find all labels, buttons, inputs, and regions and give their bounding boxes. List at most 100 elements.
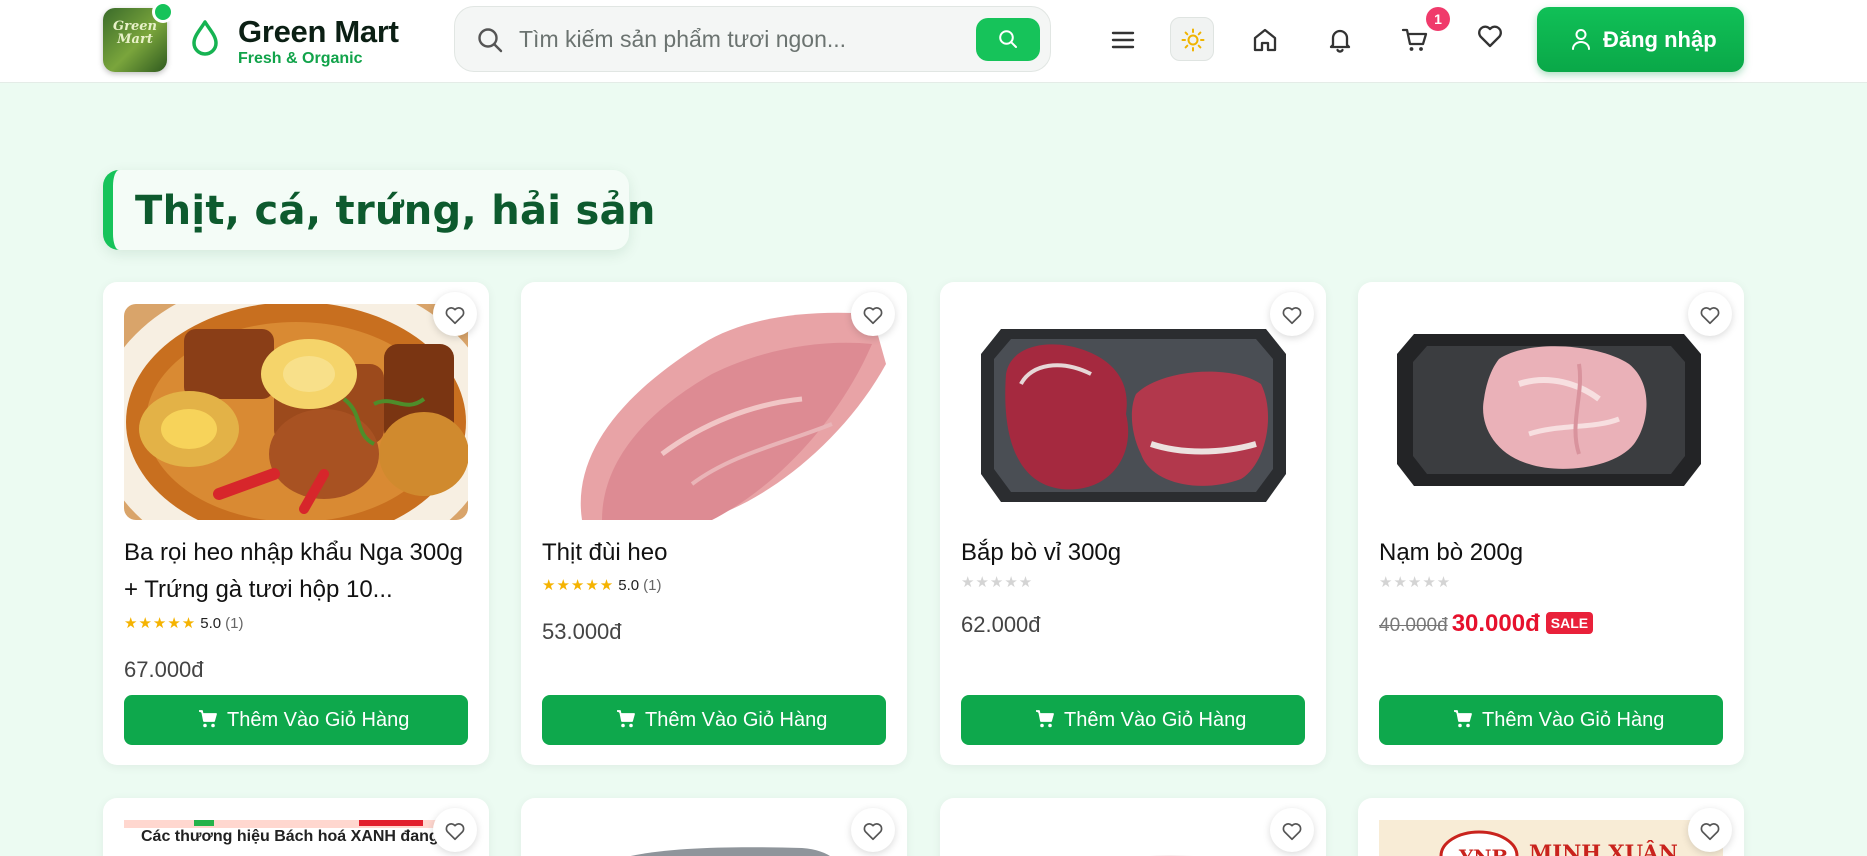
product-card[interactable] xyxy=(521,798,907,856)
product-card[interactable]: YNB MINH XUÂN xyxy=(1358,798,1744,856)
add-to-cart-label: Thêm Vào Giỏ Hàng xyxy=(1064,709,1247,731)
brand-name[interactable]: Green Mart xyxy=(238,14,399,50)
product-rating: ★★★★★ 5.0 (1) xyxy=(124,614,243,634)
product-name[interactable]: Ba rọi heo nhập khẩu Nga 300g + Trứng gà… xyxy=(124,534,469,608)
promo-text: Các thương hiệu Bách hoá XANH đang bá xyxy=(141,828,462,845)
product-rating: ★★★★★ xyxy=(1379,573,1451,593)
product-image[interactable] xyxy=(961,304,1305,520)
favorite-button[interactable] xyxy=(851,292,895,336)
product-image[interactable] xyxy=(961,820,1305,856)
product-card[interactable] xyxy=(940,798,1326,856)
product-card[interactable]: Nạm bò 200g ★★★★★ 40.000đ 30.000đ SALE Thê… xyxy=(1358,282,1744,765)
rating-count: (1) xyxy=(225,615,244,632)
fish-photo xyxy=(630,847,830,856)
favorite-button[interactable] xyxy=(433,292,477,336)
login-label: Đăng nhập xyxy=(1603,27,1717,52)
product-card[interactable]: Ba rọi heo nhập khẩu Nga 300g + Trứng gà… xyxy=(103,282,489,765)
favorite-button[interactable] xyxy=(1270,292,1314,336)
add-to-cart-label: Thêm Vào Giỏ Hàng xyxy=(645,709,828,731)
menu-button[interactable] xyxy=(1101,18,1145,62)
heart-icon xyxy=(1700,307,1720,325)
add-to-cart-button[interactable]: Thêm Vào Giỏ Hàng xyxy=(1379,695,1723,745)
product-image[interactable]: YNB MINH XUÂN xyxy=(1379,820,1723,856)
bell-icon xyxy=(1329,29,1351,53)
sale-price: 30.000đ xyxy=(1451,610,1540,637)
heart-icon xyxy=(863,823,883,841)
search-icon xyxy=(478,28,503,53)
rating-score: 5.0 xyxy=(200,615,222,632)
cart-icon xyxy=(1401,28,1428,51)
product-name[interactable]: Thịt đùi heo xyxy=(542,534,887,571)
user-icon xyxy=(1572,29,1590,50)
pork-leg-photo xyxy=(542,304,886,520)
cart-icon xyxy=(617,710,635,728)
drop-icon xyxy=(192,20,218,56)
product-rating: ★★★★★ xyxy=(961,573,1033,593)
product-name[interactable]: Nạm bò 200g xyxy=(1379,534,1724,571)
product-image[interactable] xyxy=(124,304,468,520)
rating-score: 5.0 xyxy=(618,577,640,594)
heart-icon xyxy=(445,823,465,841)
svg-text:YNB: YNB xyxy=(1458,845,1508,856)
notifications-button[interactable] xyxy=(1318,18,1362,62)
favorite-button[interactable] xyxy=(1270,808,1314,852)
favorite-button[interactable] xyxy=(851,808,895,852)
search-button[interactable] xyxy=(976,18,1040,61)
cart-icon xyxy=(199,710,217,728)
cart-icon xyxy=(1036,710,1054,728)
search-icon xyxy=(999,30,1017,48)
heart-icon xyxy=(1700,823,1720,841)
product-image[interactable] xyxy=(1379,304,1723,520)
star-icon: ★★★★★ xyxy=(961,574,1034,591)
section-header: Thịt, cá, trứng, hải sản xyxy=(103,170,655,250)
product-price: 53.000đ xyxy=(542,619,622,644)
product-card[interactable]: Thịt đùi heo ★★★★★ 5.0 (1) 53.000đ Thêm Và… xyxy=(521,282,907,765)
meat-photo xyxy=(1148,855,1192,856)
product-image[interactable] xyxy=(542,304,886,520)
favorite-button[interactable] xyxy=(1688,292,1732,336)
product-rating: ★★★★★ 5.0 (1) xyxy=(542,576,661,596)
heart-icon xyxy=(1282,823,1302,841)
add-to-cart-label: Thêm Vào Giỏ Hàng xyxy=(227,709,410,731)
wishlist-button[interactable] xyxy=(1468,14,1512,58)
brand-tagline: Fresh & Organic xyxy=(238,50,363,67)
sale-badge: SALE xyxy=(1545,612,1594,634)
rating-count: (1) xyxy=(643,577,662,594)
sun-icon xyxy=(1181,28,1205,52)
product-price: 40.000đ 30.000đ SALE xyxy=(1379,610,1594,638)
beef-flank-tray-photo xyxy=(1379,304,1723,520)
beef-shank-tray-photo xyxy=(961,304,1305,520)
braised-pork-photo xyxy=(124,304,468,520)
product-price: 67.000đ xyxy=(124,657,204,682)
favorite-button[interactable] xyxy=(1688,808,1732,852)
heart-icon xyxy=(1282,307,1302,325)
home-button[interactable] xyxy=(1243,18,1287,62)
product-name[interactable]: Bắp bò vỉ 300g xyxy=(961,534,1306,571)
heart-icon xyxy=(863,307,883,325)
search-bar xyxy=(454,6,1051,72)
cart-icon xyxy=(1454,710,1472,728)
add-to-cart-label: Thêm Vào Giỏ Hàng xyxy=(1482,709,1665,731)
section-title: Thịt, cá, trứng, hải sản xyxy=(135,188,656,234)
favorite-button[interactable] xyxy=(433,808,477,852)
theme-toggle-button[interactable] xyxy=(1170,17,1214,61)
product-card[interactable]: Các thương hiệu Bách hoá XANH đang bá xyxy=(103,798,489,856)
add-to-cart-button[interactable]: Thêm Vào Giỏ Hàng xyxy=(542,695,886,745)
product-card[interactable]: Bắp bò vỉ 300g ★★★★★ 62.000đ Thêm Vào Gi… xyxy=(940,282,1326,765)
top-header: Green Mart Green Mart Fresh & Organic Tì… xyxy=(0,0,1867,83)
add-to-cart-button[interactable]: Thêm Vào Giỏ Hàng xyxy=(961,695,1305,745)
cart-count-badge: 1 xyxy=(1426,7,1450,31)
brand-name-text: MINH XUÂN xyxy=(1529,840,1678,856)
login-button[interactable]: Đăng nhập xyxy=(1537,7,1744,72)
add-to-cart-button[interactable]: Thêm Vào Giỏ Hàng xyxy=(124,695,468,745)
heart-icon xyxy=(1478,25,1502,48)
product-image[interactable] xyxy=(542,820,886,856)
home-icon xyxy=(1253,28,1277,52)
heart-icon xyxy=(445,307,465,325)
logo-text: Green Mart xyxy=(113,19,157,47)
status-dot xyxy=(152,1,174,23)
menu-icon xyxy=(1111,31,1135,49)
star-icon: ★★★★★ xyxy=(124,615,197,632)
search-input[interactable] xyxy=(519,21,959,57)
star-icon: ★★★★★ xyxy=(542,577,615,594)
